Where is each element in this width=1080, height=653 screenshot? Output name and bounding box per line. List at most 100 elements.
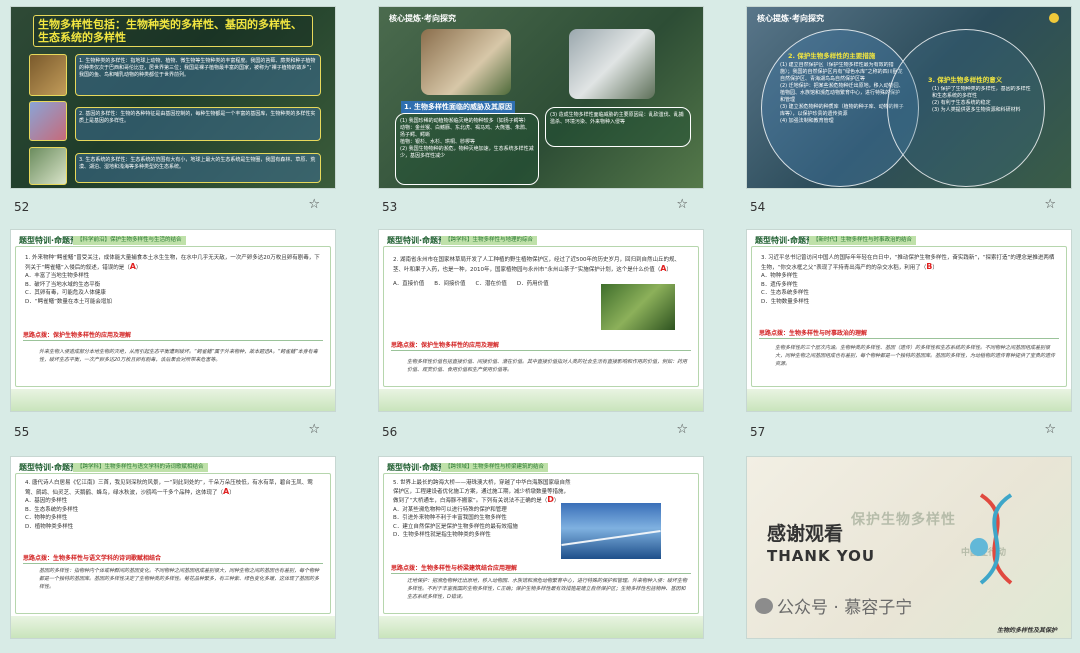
option-b: B．破坏了当地水域的生态平衡 (25, 281, 101, 288)
option-d: D．药用价值 (516, 281, 549, 287)
slide-thumbnail-57[interactable]: 题型特训·命题预测 【新时代】生物多样性与时事政治的结合 3. 习近平总书记曾访… (746, 229, 1072, 412)
significance-title: 3. 保护生物多样性的意义 (928, 76, 1003, 84)
macaque-image (421, 29, 511, 95)
ecosystem-text: 3. 生态系统的多样性：生态系统的范围有大有小，地球上最大的生态系统是生物圈，我… (79, 157, 316, 170)
slide-cell-59: 题型特训·命题预测 【跨领域】生物多样性与桥梁建筑的结合 5. 世界上最长的跨海… (378, 456, 704, 653)
measures-title: 2. 保护生物多样性的主要措施 (788, 52, 876, 60)
plant-image (601, 284, 675, 330)
species-box: 1. 生物种类的多样性：指地球上动物、植物、微生物等生物种类的丰富程度。我国的苔… (75, 54, 321, 96)
option-c: C．建立自然保护区是保护生物多样性的最有效措施 (393, 523, 518, 530)
option-a: A．对某些濒危物种可以进行特殊的保护和管理 (393, 506, 507, 513)
quiz-explanation: 迁地保护：把濒危物种迁出原地，移入动物园、水族馆和濒危动物繁育中心，进行特殊的保… (407, 578, 688, 600)
option-a: A．物种多样性 (761, 273, 798, 279)
species-text: 1. 生物种类的多样性：指地球上动物、植物、微生物等生物种类的丰富程度。我国的苔… (79, 58, 316, 78)
slide-cell-58: 题型特训·命题预测 【跨学科】生物多样性与语文学科的诗词歌赋相结合 4. 唐代诗… (10, 456, 336, 653)
option-d: D．“鳄雀鳝”数量在本土可能会增加 (25, 298, 112, 305)
quiz-explanation: 生物多样性的三个层次内涵。生物种类的多样性、基因（遗传）的多样性和生态系统的多样… (775, 345, 1056, 367)
star-outline-icon[interactable]: ☆ (1044, 422, 1056, 437)
slide-54-header: 核心提炼·考向探究 (757, 14, 825, 23)
quiz-point: 思路点拨：生物多样性与桥梁建筑结合应用理解 (391, 565, 518, 572)
option-c: C．潜在价值 (475, 281, 507, 287)
measures-text: (1) 建立自然保护区（保护生物多样性最为有效的措施）；我国的自然保护区内有“绿… (780, 62, 904, 124)
option-c: C．物种的多样性 (25, 515, 68, 521)
slide-53-right-box: (3) 造成生物多样性面临威胁的主要原因是：乱砍滥伐、乱捕滥杀、环境污染、外来物… (545, 107, 691, 147)
slide-number: 57 (750, 425, 766, 439)
slide-number: 54 (750, 200, 766, 214)
quiz-question: 4. 唐代诗人白居易《忆江南》三首，我见到深秋的风景，一“到此到处的”，千朵万朵… (25, 479, 321, 531)
quiz-question: 1. 外来物种“鳄雀鳝”曾受关注，成体能大量捕食本土水生生物，在水中几乎无天敌，… (25, 255, 320, 305)
quiz-explanation: 生物多样性价值包括直接价值、间接价值、潜在价值。其中直接价值指对人类的社会生活有… (407, 359, 688, 373)
slide-cell-53: 核心提炼·考向探究 1. 生物多样性面临的威胁及其原因 (1) 我国珍稀的动植物… (378, 6, 704, 216)
option-c: C．生态系统多样性 (761, 290, 809, 296)
quiz-point: 思路点拨：保护生物多样性的应用及理解 (23, 332, 132, 339)
gene-text: 2. 基因的多样性：生物的各种特征是由基因控制的，每种生物都是一个丰富的基因库，… (79, 111, 316, 124)
option-b: B．间接价值 (434, 281, 466, 287)
quiz-point: 思路点拨：生物多样性与语文学科的诗词歌赋相结合 (23, 555, 162, 562)
slide-thumbnail-58[interactable]: 题型特训·命题预测 【跨学科】生物多样性与语文学科的诗词歌赋相结合 4. 唐代诗… (10, 456, 336, 639)
slide-number: 52 (14, 200, 30, 214)
wechat-icon (755, 597, 773, 614)
answer-letter: D (547, 495, 554, 504)
star-outline-icon[interactable]: ☆ (308, 422, 320, 437)
crane-image (29, 147, 67, 185)
option-b: B．引进外来物种不利于丰富我国的生物多样性 (393, 515, 507, 521)
slide-53-section: 1. 生物多样性面临的威胁及其原因 (401, 101, 515, 113)
watermark: 公众号 · 慕容子宁 (755, 593, 912, 618)
option-a: A．丰富了当地生物多样性 (25, 273, 90, 279)
thanks-en: THANK YOU (767, 547, 876, 565)
quiz-tag: 【跨领域】生物多样性与桥梁建筑的结合 (441, 463, 549, 472)
quiz-tag: 【科学前沿】保护生物多样性与生活的结合 (73, 236, 186, 245)
star-outline-icon[interactable]: ☆ (676, 197, 688, 212)
star-outline-icon[interactable]: ☆ (1044, 197, 1056, 212)
quiz-tag: 【新时代】生物多样性与时事政治的结合 (809, 236, 917, 245)
slide-52-title: 生物多样性包括：生物种类的多样性、基因的多样性、生态系统的多样性 (33, 15, 313, 47)
slide-thumbnail-54[interactable]: 核心提炼·考向探究 2. 保护生物多样性的主要措施 (1) 建立自然保护区（保护… (746, 6, 1072, 189)
koala-image (569, 29, 655, 99)
slide-thumbnail-55[interactable]: 题型特训·命题预测 【科学前沿】保护生物多样性与生活的结合 1. 外来物种“鳄雀… (10, 229, 336, 412)
lightbulb-icon (1049, 13, 1059, 23)
significance-text: (1) 保护了生物种类的多样性，基因的多样性和生态系统的多样性 (2) 有利于生… (932, 86, 1031, 113)
option-c: C．其卵有毒，可能危及人体健康 (25, 290, 106, 296)
quiz-question: 5. 世界上最长的跨海大桥——港珠澳大桥，穿越了中华白海豚国家级自然保护区，工程… (393, 479, 573, 540)
slide-thumbnail-56[interactable]: 题型特训·命题预测 【跨学科】生物多样性与地理的综合 2. 湖南省永州市在国家林… (378, 229, 704, 412)
slide-thumbnail-60[interactable]: 保护生物多样性 中国在行动 感谢观看 THANK YOU 公众号 · 慕容子宁 … (746, 456, 1072, 639)
lion-image (29, 54, 67, 96)
star-outline-icon[interactable]: ☆ (308, 197, 320, 212)
slide-cell-57: 题型特训·命题预测 【新时代】生物多样性与时事政治的结合 3. 习近平总书记曾访… (746, 229, 1072, 443)
slide-cell-55: 题型特训·命题预测 【科学前沿】保护生物多样性与生活的结合 1. 外来物种“鳄雀… (10, 229, 336, 443)
threat-cause-text: (3) 造成生物多样性面临威胁的主要原因是：乱砍滥伐、乱捕滥杀、环境污染、外来物… (550, 112, 684, 125)
slide-number: 55 (14, 425, 30, 439)
dna-helix-icon (961, 491, 1031, 587)
slide-thumbnail-52[interactable]: 生物多样性包括：生物种类的多样性、基因的多样性、生态系统的多样性 1. 生物种类… (10, 6, 336, 189)
option-b: B．遗传多样性 (761, 281, 798, 288)
quiz-question: 3. 习近平总书记曾访问中国人的国际年年轻在白日中，“推动保护生物多样性，奋实践… (761, 254, 1057, 306)
star-outline-icon[interactable]: ☆ (676, 422, 688, 437)
quiz-explanation: 外来生物入侵造成部分本地生物的灭绝，从而引起生态平衡遭到破坏。“鳄雀鳝”属于外来… (39, 349, 318, 363)
thanks-cn: 感谢观看 (767, 523, 844, 545)
significance-circle: 3. 保护生物多样性的意义 (1) 保护了生物种类的多样性，基因的多样性和生态系… (887, 29, 1045, 187)
slide-thumbnail-53[interactable]: 核心提炼·考向探究 1. 生物多样性面临的威胁及其原因 (1) 我国珍稀的动植物… (378, 6, 704, 189)
slide-number: 53 (382, 200, 398, 214)
quiz-point: 思路点拨：保护生物多样性的应用及理解 (391, 342, 500, 349)
bg-title: 保护生物多样性 (851, 512, 956, 528)
slide-cell-52: 生物多样性包括：生物种类的多样性、基因的多样性、生态系统的多样性 1. 生物种类… (10, 6, 336, 216)
dna-image (29, 101, 67, 141)
option-b: B．生态系统的多样性 (25, 506, 79, 513)
quiz-explanation: 基因的多样性：指物种内个体或种群间的基因变化。不同物种之间基因组成差别很大，同种… (39, 568, 320, 590)
slide-cell-56: 题型特训·命题预测 【跨学科】生物多样性与地理的综合 2. 湖南省永州市在国家林… (378, 229, 704, 443)
quiz-tag: 【跨学科】生物多样性与地理的综合 (441, 236, 538, 245)
footer-label: 生物的多样性及其保护 (996, 627, 1057, 634)
ecosystem-box: 3. 生态系统的多样性：生态系统的范围有大有小，地球上最大的生态系统是生物圈，我… (75, 153, 321, 183)
gene-box: 2. 基因的多样性：生物的各种特征是由基因控制的，每种生物都是一个丰富的基因库，… (75, 107, 321, 141)
slide-number: 56 (382, 425, 398, 439)
slide-thumbnail-59[interactable]: 题型特训·命题预测 【跨领域】生物多样性与桥梁建筑的结合 5. 世界上最长的跨海… (378, 456, 704, 639)
option-a: A．基因的多样性 (25, 498, 68, 504)
quiz-point: 思路点拨：生物多样性与时事政治的理解 (759, 330, 868, 337)
threat-list-text: (1) 我国珍稀的动植物濒临灭绝的物种较多（如扬子鳄等） 动物：金丝猴、白鳍豚、… (400, 118, 534, 159)
bridge-image (561, 503, 661, 559)
option-a: A．直接价值 (393, 281, 425, 287)
slide-53-left-box: (1) 我国珍稀的动植物濒临灭绝的物种较多（如扬子鳄等） 动物：金丝猴、白鳍豚、… (395, 113, 539, 185)
slide-cell-54: 核心提炼·考向探究 2. 保护生物多样性的主要措施 (1) 建立自然保护区（保护… (746, 6, 1072, 216)
option-d: D．生物数量多样性 (761, 298, 810, 305)
slide-53-header: 核心提炼·考向探究 (389, 14, 457, 23)
